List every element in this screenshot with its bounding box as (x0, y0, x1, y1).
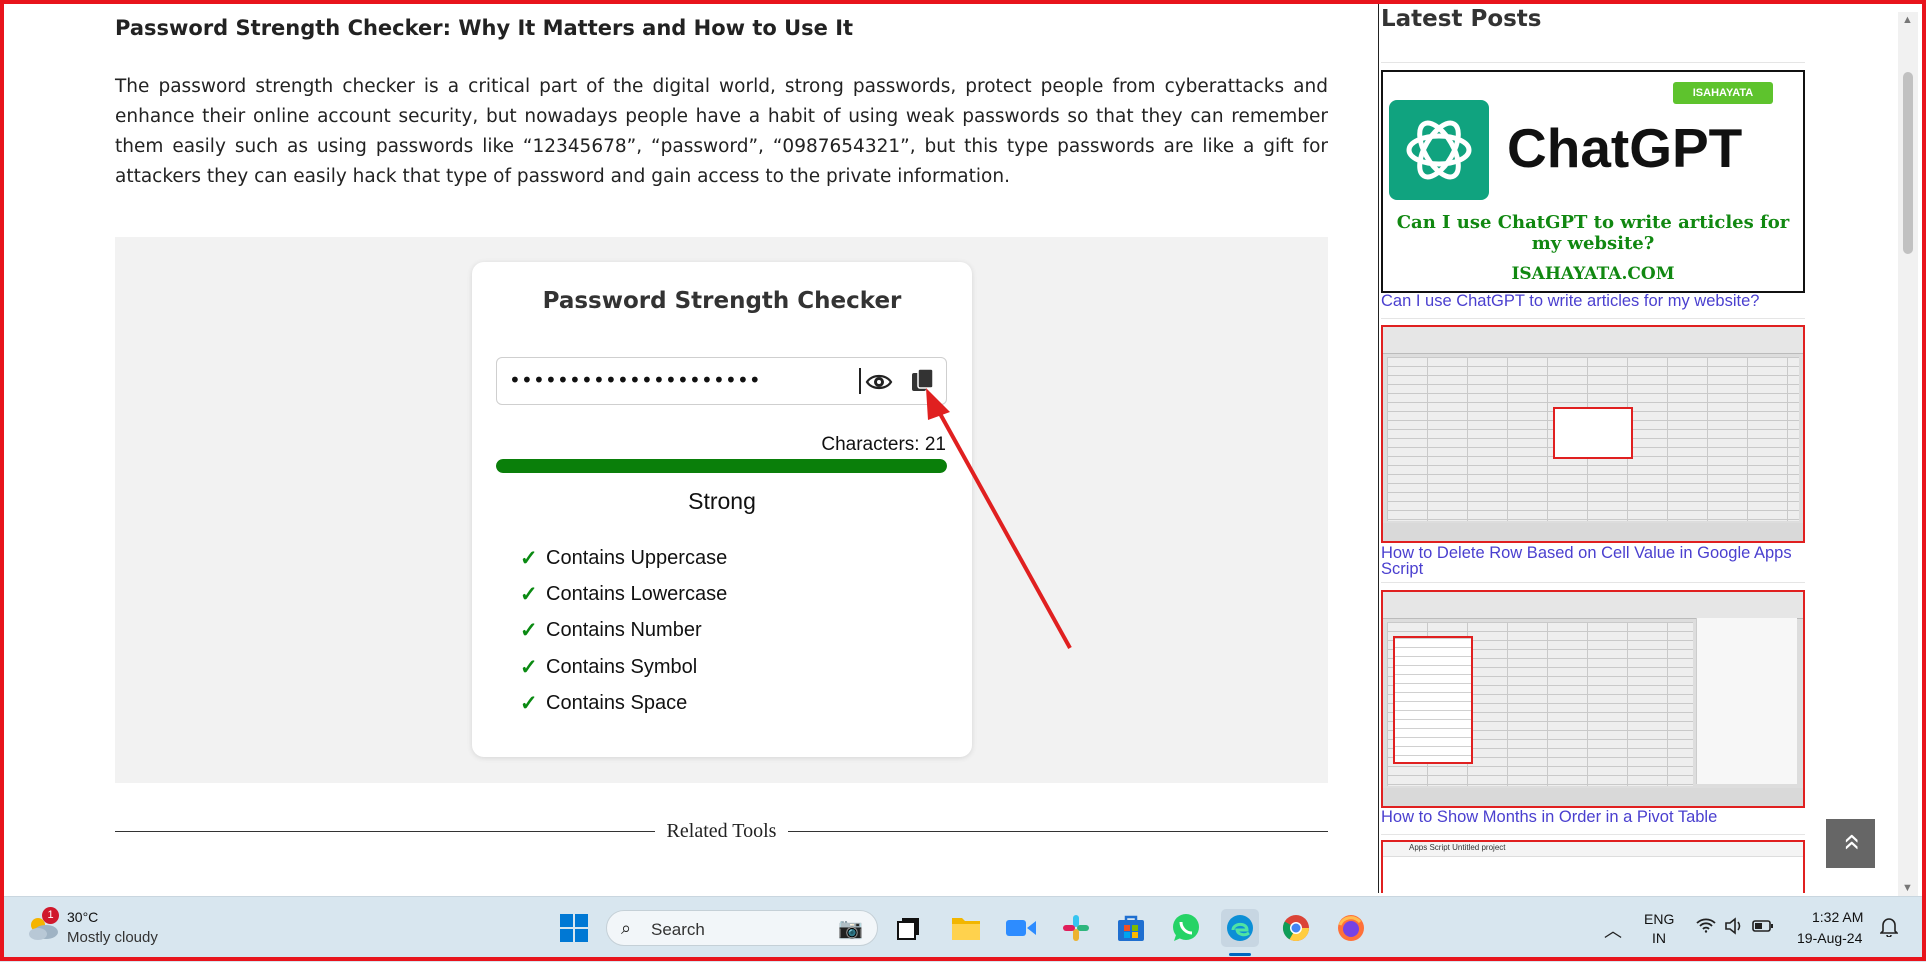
edge-icon[interactable] (1221, 909, 1259, 947)
clock-date[interactable]: 19-Aug-24 (1797, 930, 1862, 946)
sheet-toolbar (1383, 592, 1803, 619)
character-count: Characters: 21 (821, 434, 946, 455)
battery-icon[interactable] (1752, 917, 1774, 938)
scroll-up-icon[interactable]: ▲ (1902, 14, 1913, 26)
taskbar-search[interactable]: ⌕ Search 📷 (606, 910, 878, 946)
related-tools-heading: Related Tools (654, 820, 789, 842)
post-thumbnail[interactable]: Apps Script Untitled project (1381, 840, 1805, 893)
copy-icon[interactable] (909, 367, 937, 395)
chatgpt-logo-icon (1389, 100, 1489, 200)
thumb-brand: ChatGPT (1507, 117, 1743, 179)
password-checker-card: Password Strength Checker ••••••••••••••… (472, 262, 972, 757)
criteria-label: Contains Lowercase (546, 582, 728, 605)
password-input[interactable]: ••••••••••••••••••••• (496, 357, 947, 405)
thumb-subtitle: Can I use ChatGPT to write articles for … (1396, 212, 1790, 254)
sheet-toolbar (1383, 327, 1803, 354)
pivot-table (1393, 636, 1473, 764)
criteria-item: ✓ Contains Symbol (520, 649, 727, 685)
password-value: ••••••••••••••••••••• (509, 368, 761, 392)
post-thumbnail[interactable]: ISAHAYATA ChatGPT Can I use ChatGPT to w… (1381, 70, 1805, 293)
weather-temp[interactable]: 30°C (67, 909, 98, 925)
slack-icon[interactable] (1057, 909, 1095, 947)
post-link[interactable]: How to Show Months in Order in a Pivot T… (1381, 809, 1805, 826)
language-code[interactable]: ENG (1644, 911, 1674, 927)
latest-posts-heading: Latest Posts (1381, 6, 1542, 32)
microsoft-store-icon[interactable] (1112, 909, 1150, 947)
windows-taskbar: 1 30°C Mostly cloudy ⌕ Search 📷 ︿ ENG IN… (0, 896, 1926, 962)
criteria-item: ✓ Contains Number (520, 613, 727, 649)
divider (1381, 318, 1805, 319)
language-region[interactable]: IN (1652, 930, 1666, 946)
clock-time[interactable]: 1:32 AM (1812, 909, 1863, 925)
notification-badge: 1 (42, 907, 59, 924)
criteria-item: ✓ Contains Space (520, 685, 727, 721)
text-cursor (859, 368, 861, 394)
zoom-icon[interactable] (1002, 909, 1040, 947)
criteria-label: Contains Symbol (546, 655, 698, 678)
criteria-item: ✓ Contains Lowercase (520, 576, 727, 612)
divider (1381, 62, 1805, 63)
post-link[interactable]: How to Delete Row Based on Cell Value in… (1381, 545, 1805, 578)
strength-label: Strong (688, 488, 756, 514)
criteria-label: Contains Number (546, 619, 702, 642)
file-explorer-icon[interactable] (947, 909, 985, 947)
weather-desc[interactable]: Mostly cloudy (67, 929, 158, 946)
page-scrollbar[interactable]: ▲ ▼ (1898, 12, 1918, 896)
tool-title: Password Strength Checker (542, 288, 902, 314)
pivot-editor-panel (1696, 618, 1797, 784)
apps-script-title: Apps Script Untitled project (1409, 843, 1506, 852)
thumb-footer: ISAHAYATA.COM (1511, 264, 1675, 284)
criteria-list: ✓ Contains Uppercase ✓ Contains Lowercase … (520, 540, 727, 721)
wifi-icon[interactable] (1696, 917, 1716, 938)
whatsapp-icon[interactable] (1167, 909, 1205, 947)
criteria-item: ✓ Contains Uppercase (520, 540, 727, 576)
notification-bell-icon[interactable] (1879, 917, 1899, 942)
camera-icon: 📷 (838, 918, 863, 940)
chevron-up-icon[interactable]: ︿ (1604, 917, 1622, 943)
divider (1381, 582, 1805, 583)
firefox-icon[interactable] (1332, 909, 1370, 947)
check-icon: ✓ (520, 582, 538, 606)
post-link[interactable]: Can I use ChatGPT to write articles for … (1381, 293, 1805, 310)
volume-icon[interactable] (1724, 917, 1744, 940)
brand-tag: ISAHAYATA (1673, 82, 1773, 104)
check-icon: ✓ (520, 546, 538, 570)
check-icon: ✓ (520, 655, 538, 679)
eye-icon[interactable] (865, 369, 893, 395)
chevrons-up-icon: » (1833, 833, 1867, 851)
chrome-icon[interactable] (1277, 909, 1315, 947)
scroll-down-icon[interactable]: ▼ (1902, 882, 1913, 894)
criteria-label: Contains Uppercase (546, 546, 728, 569)
sidebar: Latest Posts ISAHAYATA ChatGPT Can I use… (1378, 0, 1805, 893)
windows-start-icon[interactable] (555, 909, 593, 947)
post-thumbnail[interactable] (1381, 325, 1805, 543)
search-icon: ⌕ (621, 918, 632, 938)
strength-bar (496, 459, 947, 473)
check-icon: ✓ (520, 619, 538, 643)
criteria-label: Contains Space (546, 691, 688, 714)
divider (1381, 834, 1805, 835)
article-paragraph: The password strength checker is a criti… (115, 76, 1328, 187)
scroll-thumb[interactable] (1903, 72, 1913, 254)
search-label: Search (651, 920, 705, 939)
back-to-top-button[interactable]: » (1826, 819, 1875, 868)
sheet-taskbar (1383, 788, 1803, 806)
sheet-dialog (1553, 407, 1633, 459)
related-tools-divider: Related Tools (115, 820, 1328, 844)
post-thumbnail[interactable] (1381, 590, 1805, 808)
check-icon: ✓ (520, 691, 538, 715)
sheet-taskbar (1383, 523, 1803, 541)
active-app-indicator (1229, 953, 1251, 956)
strength-bar-fill (496, 459, 947, 473)
task-view-icon[interactable] (890, 909, 928, 947)
article-title: Password Strength Checker: Why It Matter… (115, 16, 854, 40)
